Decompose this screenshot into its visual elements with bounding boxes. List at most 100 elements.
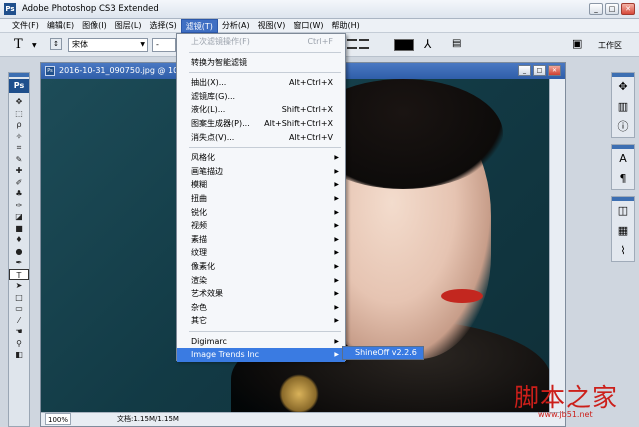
menu-select[interactable]: 选择(S)	[145, 19, 180, 33]
menu-layer[interactable]: 图层(L)	[111, 19, 146, 33]
submenu-arrow-icon: ▶	[334, 303, 339, 311]
hand-tool-icon[interactable]: ☚	[9, 326, 29, 338]
menu-view[interactable]: 视图(V)	[254, 19, 290, 33]
menu-item-sharpen[interactable]: 锐化 ▶	[177, 206, 345, 220]
menu-item-label: 像素化	[191, 261, 215, 271]
crop-tool-icon[interactable]: ⌗	[9, 142, 29, 154]
maximize-button[interactable]: □	[605, 3, 619, 15]
vertical-scrollbar[interactable]	[549, 79, 565, 412]
zoom-tool-icon[interactable]: ⚲	[9, 338, 29, 350]
menu-item-pixelate[interactable]: 像素化 ▶	[177, 260, 345, 274]
menu-item-digimarc[interactable]: Digimarc ▶	[177, 335, 345, 349]
paragraph-icon[interactable]: ¶	[612, 169, 634, 189]
menu-item-liquify[interactable]: 液化(L)... Shift+Ctrl+X	[177, 103, 345, 117]
shape-tool-icon[interactable]: □	[9, 292, 29, 304]
tool-preset-chevron-icon[interactable]: ▼	[32, 42, 37, 49]
menu-image[interactable]: 图像(I)	[78, 19, 111, 33]
color-swatches-icon[interactable]: ◧	[9, 349, 29, 361]
eyedropper-tool-icon[interactable]: ⁄	[9, 315, 29, 327]
menu-item-other[interactable]: 其它 ▶	[177, 314, 345, 328]
menu-item-brush-strokes[interactable]: 画笔描边 ▶	[177, 165, 345, 179]
path-selection-tool-icon[interactable]: ➤	[9, 280, 29, 292]
text-align-group	[347, 39, 369, 49]
menu-item-label: Digimarc	[191, 336, 227, 346]
text-tool-icon[interactable]: T	[14, 37, 23, 52]
submenu-arrow-icon: ▶	[334, 181, 339, 189]
close-button[interactable]: ✕	[621, 3, 635, 15]
menu-analysis[interactable]: 分析(A)	[218, 19, 254, 33]
menu-item-distort[interactable]: 扭曲 ▶	[177, 192, 345, 206]
layers-icon[interactable]: ◫	[612, 201, 634, 221]
menu-item-label: 液化(L)...	[191, 105, 226, 115]
pen-tool-icon[interactable]: ✒	[9, 257, 29, 269]
menu-item-sketch[interactable]: 素描 ▶	[177, 233, 345, 247]
menu-item-texture[interactable]: 纹理 ▶	[177, 246, 345, 260]
menu-edit[interactable]: 编辑(E)	[43, 19, 78, 33]
font-style-select[interactable]: -	[152, 38, 176, 52]
info-icon[interactable]: ⓘ	[612, 117, 634, 137]
menu-item-stylize[interactable]: 风格化 ▶	[177, 151, 345, 165]
align-left-icon[interactable]	[347, 39, 357, 49]
eraser-tool-icon[interactable]: ◪	[9, 211, 29, 223]
text-orientation-icon[interactable]: ↕	[50, 38, 62, 50]
menu-item-last-filter[interactable]: 上次滤镜操作(F) Ctrl+F	[177, 35, 345, 49]
toolbox: Ps ✥ ⬚ ρ ✧ ⌗ ✎ ✚ ✐ ♣ ✑ ◪ ■ ♦ ● ✒ T ➤ □ ▭…	[8, 72, 30, 427]
menu-filter[interactable]: 滤镜(T)	[180, 19, 218, 33]
brush-tool-icon[interactable]: ✐	[9, 177, 29, 189]
warp-text-icon[interactable]: ⅄	[424, 37, 431, 51]
submenu-item-shineoff[interactable]: ShineOff v2.2.6	[342, 346, 424, 360]
menu-help[interactable]: 帮助(H)	[328, 19, 364, 33]
menu-item-extract[interactable]: 抽出(X)... Alt+Ctrl+X	[177, 76, 345, 90]
filter-menu-dropdown: 上次滤镜操作(F) Ctrl+F 转换为智能滤镜 抽出(X)... Alt+Ctrl…	[176, 33, 346, 363]
doc-minimize-button[interactable]: _	[518, 65, 531, 76]
clone-stamp-tool-icon[interactable]: ♣	[9, 188, 29, 200]
doc-maximize-button[interactable]: □	[533, 65, 546, 76]
menu-item-image-trends[interactable]: Image Trends Inc ▶	[177, 348, 345, 363]
dodge-tool-icon[interactable]: ●	[9, 246, 29, 258]
menu-item-filter-gallery[interactable]: 滤镜库(G)...	[177, 90, 345, 104]
font-family-select[interactable]: 宋体 ▼	[68, 38, 148, 52]
navigator-icon[interactable]: ✥	[612, 77, 634, 97]
menu-window[interactable]: 窗口(W)	[289, 19, 327, 33]
toolbox-grip[interactable]	[9, 73, 29, 77]
magic-wand-tool-icon[interactable]: ✧	[9, 131, 29, 143]
menu-file[interactable]: 文件(F)	[8, 19, 43, 33]
text-color-swatch[interactable]	[394, 39, 414, 51]
history-brush-tool-icon[interactable]: ✑	[9, 200, 29, 212]
character-icon[interactable]: A	[612, 149, 634, 169]
window-controls: _ □ ✕	[589, 3, 635, 15]
channels-icon[interactable]: ▦	[612, 221, 634, 241]
workspace-menu[interactable]: 工作区	[598, 40, 622, 51]
menu-item-pattern-maker[interactable]: 图案生成器(P)... Alt+Shift+Ctrl+X	[177, 117, 345, 131]
doc-close-button[interactable]: ✕	[548, 65, 561, 76]
histogram-icon[interactable]: ▥	[612, 97, 634, 117]
lasso-tool-icon[interactable]: ρ	[9, 119, 29, 131]
paths-icon[interactable]: ⌇	[612, 241, 634, 261]
menu-item-blur[interactable]: 模糊 ▶	[177, 178, 345, 192]
gradient-tool-icon[interactable]: ■	[9, 223, 29, 235]
submenu-arrow-icon: ▶	[334, 317, 339, 325]
align-center-icon[interactable]	[359, 39, 369, 49]
zoom-level-field[interactable]: 100%	[45, 413, 71, 425]
workspace-icon[interactable]: ▣	[572, 37, 582, 50]
photo-necklace	[279, 374, 319, 412]
menu-item-noise[interactable]: 杂色 ▶	[177, 301, 345, 315]
photoshop-logo[interactable]: Ps	[9, 79, 29, 93]
menu-item-label: 滤镜库(G)...	[191, 91, 236, 101]
slice-tool-icon[interactable]: ✎	[9, 154, 29, 166]
shortcut-label: Alt+Ctrl+V	[289, 132, 333, 142]
character-palette-icon[interactable]: ▤	[452, 38, 461, 49]
document-size-info[interactable]: 文档:1.15M/1.15M	[117, 413, 179, 426]
blur-tool-icon[interactable]: ♦	[9, 234, 29, 246]
healing-brush-tool-icon[interactable]: ✚	[9, 165, 29, 177]
menu-item-vanishing-point[interactable]: 消失点(V)... Alt+Ctrl+V	[177, 131, 345, 145]
move-tool-icon[interactable]: ✥	[9, 96, 29, 108]
menu-item-video[interactable]: 视频 ▶	[177, 219, 345, 233]
menu-item-convert-smart-filter[interactable]: 转换为智能滤镜	[177, 56, 345, 70]
marquee-tool-icon[interactable]: ⬚	[9, 108, 29, 120]
minimize-button[interactable]: _	[589, 3, 603, 15]
menu-item-render[interactable]: 渲染 ▶	[177, 274, 345, 288]
notes-tool-icon[interactable]: ▭	[9, 303, 29, 315]
menu-item-artistic[interactable]: 艺术效果 ▶	[177, 287, 345, 301]
type-tool-icon[interactable]: T	[9, 268, 29, 280]
